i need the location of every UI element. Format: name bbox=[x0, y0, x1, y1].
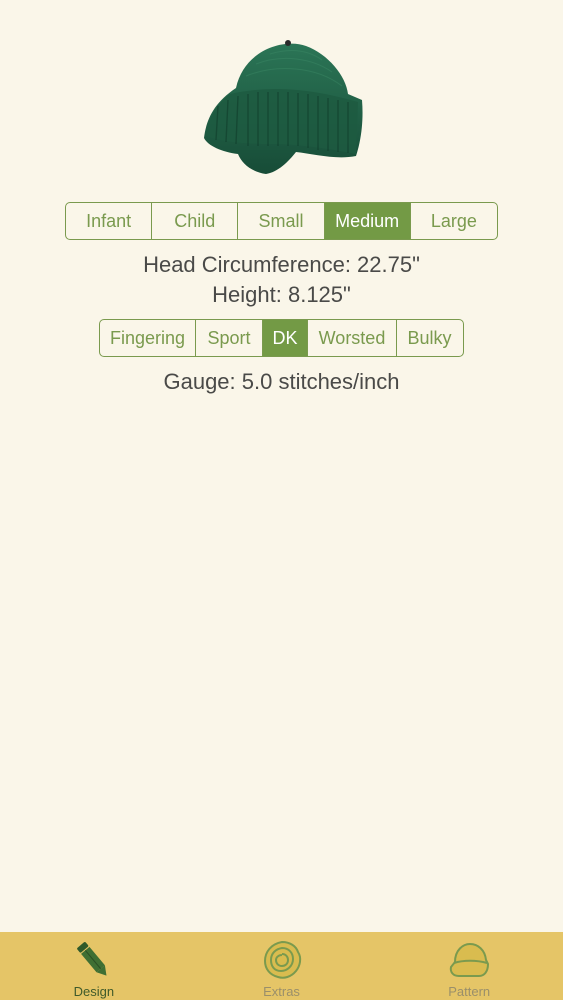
tab-extras-label: Extras bbox=[263, 984, 300, 999]
yarn-option-bulky[interactable]: Bulky bbox=[397, 320, 462, 356]
size-option-large[interactable]: Large bbox=[411, 203, 497, 239]
size-option-child[interactable]: Child bbox=[152, 203, 239, 239]
yarn-option-worsted[interactable]: Worsted bbox=[308, 320, 397, 356]
yarn-option-fingering[interactable]: Fingering bbox=[100, 320, 196, 356]
tab-pattern[interactable]: Pattern bbox=[375, 932, 563, 1000]
tab-extras[interactable]: Extras bbox=[188, 932, 376, 1000]
yarn-weight-segmented-control: Fingering Sport DK Worsted Bulky bbox=[99, 319, 464, 357]
tab-design-label: Design bbox=[73, 984, 115, 999]
yarn-option-sport[interactable]: Sport bbox=[196, 320, 263, 356]
size-option-infant[interactable]: Infant bbox=[66, 203, 153, 239]
tab-pattern-label: Pattern bbox=[448, 984, 491, 999]
size-option-medium[interactable]: Medium bbox=[324, 203, 411, 239]
head-circumference-text: Head Circumference: 22.75" bbox=[143, 252, 420, 277]
size-segmented-control: Infant Child Small Medium Large bbox=[65, 202, 498, 240]
pencil-icon bbox=[76, 942, 107, 976]
size-option-small[interactable]: Small bbox=[238, 203, 325, 239]
height-text: Height: 8.125" bbox=[212, 282, 351, 307]
hat-preview-image bbox=[196, 36, 368, 178]
hat-icon bbox=[449, 942, 490, 977]
yarn-option-dk[interactable]: DK bbox=[263, 320, 308, 356]
tab-design[interactable]: Design bbox=[0, 932, 188, 1000]
rose-icon bbox=[263, 940, 301, 979]
tab-bar: Design Extras Pattern bbox=[0, 932, 563, 1000]
gauge-text: Gauge: 5.0 stitches/inch bbox=[163, 369, 400, 394]
